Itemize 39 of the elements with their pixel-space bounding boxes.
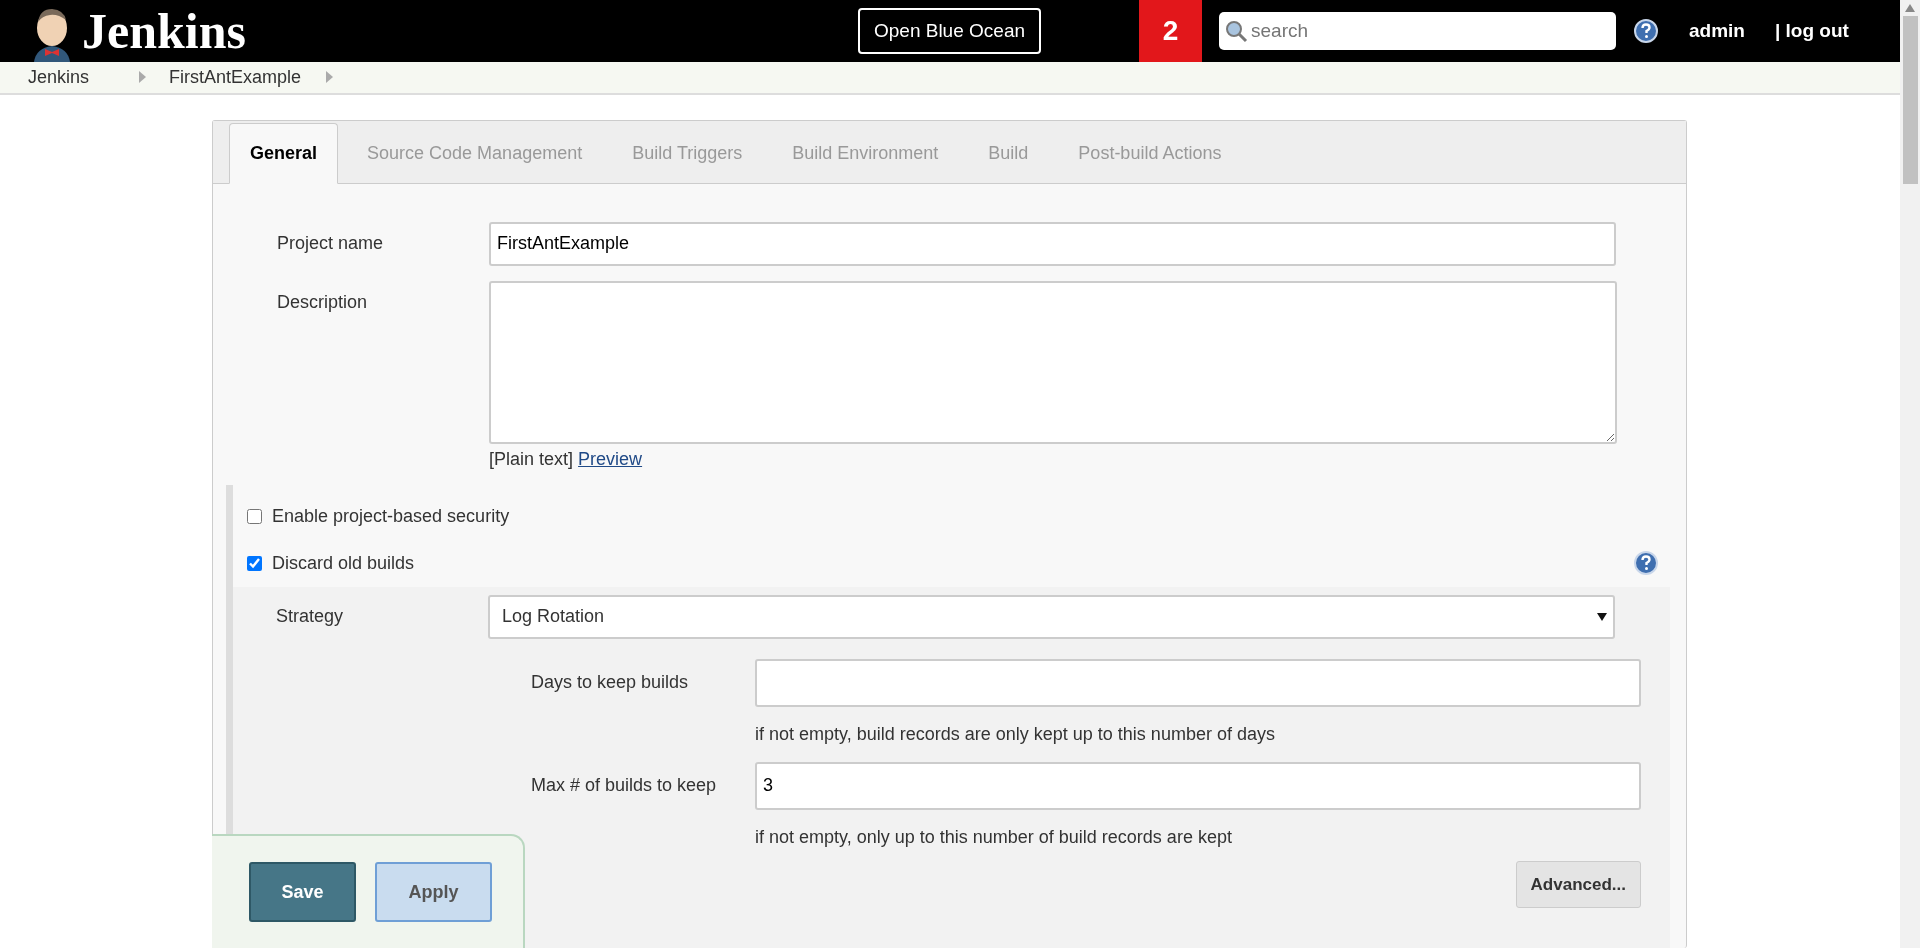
scroll-thumb[interactable] (1902, 16, 1918, 184)
user-link[interactable]: admin (1689, 16, 1745, 46)
preview-link[interactable]: Preview (578, 448, 643, 469)
checkbox[interactable] (247, 508, 262, 524)
breadcrumb-link[interactable]: Jenkins (28, 63, 90, 91)
strategy-dropdown[interactable]: Log Rotation (488, 594, 1615, 639)
scroll-up-arrow-icon[interactable] (1905, 4, 1915, 12)
checkbox-label: Enable project-based security (272, 504, 510, 528)
open-view-button[interactable]: Open Blue Ocean (857, 7, 1041, 55)
checkbox-label: Discard old builds (272, 551, 415, 575)
checkbox[interactable] (247, 555, 262, 571)
breadcrumb-link[interactable]: FirstAntExample (169, 63, 302, 91)
field-label: Description (276, 290, 369, 314)
hint-text: if not empty, build records are only kept up to this number of days (755, 723, 1275, 744)
dropdown-arrow-icon (1597, 612, 1607, 621)
field-label: Days to keep builds (530, 671, 690, 694)
search-field[interactable]: search (1219, 12, 1616, 50)
description-field[interactable] (489, 280, 1617, 444)
notification-count[interactable]: 2 (1139, 0, 1202, 62)
field-label: Strategy (275, 605, 345, 628)
field-label: Max # of builds to keep (530, 774, 718, 797)
breadcrumb-arrow-icon[interactable] (139, 71, 148, 84)
input-field[interactable]: 3 (755, 761, 1641, 810)
apply-button[interactable]: Apply (375, 862, 492, 922)
logout-link[interactable]: | log out (1774, 16, 1849, 46)
field-label: Project name (276, 232, 385, 255)
dropdown-value: Log Rotation (502, 605, 605, 628)
hint-text: if not empty, only up to this number of build records are kept (755, 826, 1232, 847)
format-text: [Plain text] (489, 448, 574, 469)
logo-text[interactable]: Jenkins (82, 6, 246, 56)
project-name-field[interactable]: FirstAntExample (489, 221, 1616, 266)
advanced-button[interactable]: Advanced... (1515, 860, 1641, 908)
breadcrumb-arrow-icon[interactable] (326, 71, 335, 84)
help-icon[interactable] (1634, 19, 1658, 43)
input-field[interactable] (755, 658, 1641, 707)
search-icon (1224, 19, 1248, 43)
scrollbar[interactable] (1900, 0, 1920, 948)
tab[interactable]: General (229, 122, 339, 184)
save-button[interactable]: Save (249, 862, 356, 922)
